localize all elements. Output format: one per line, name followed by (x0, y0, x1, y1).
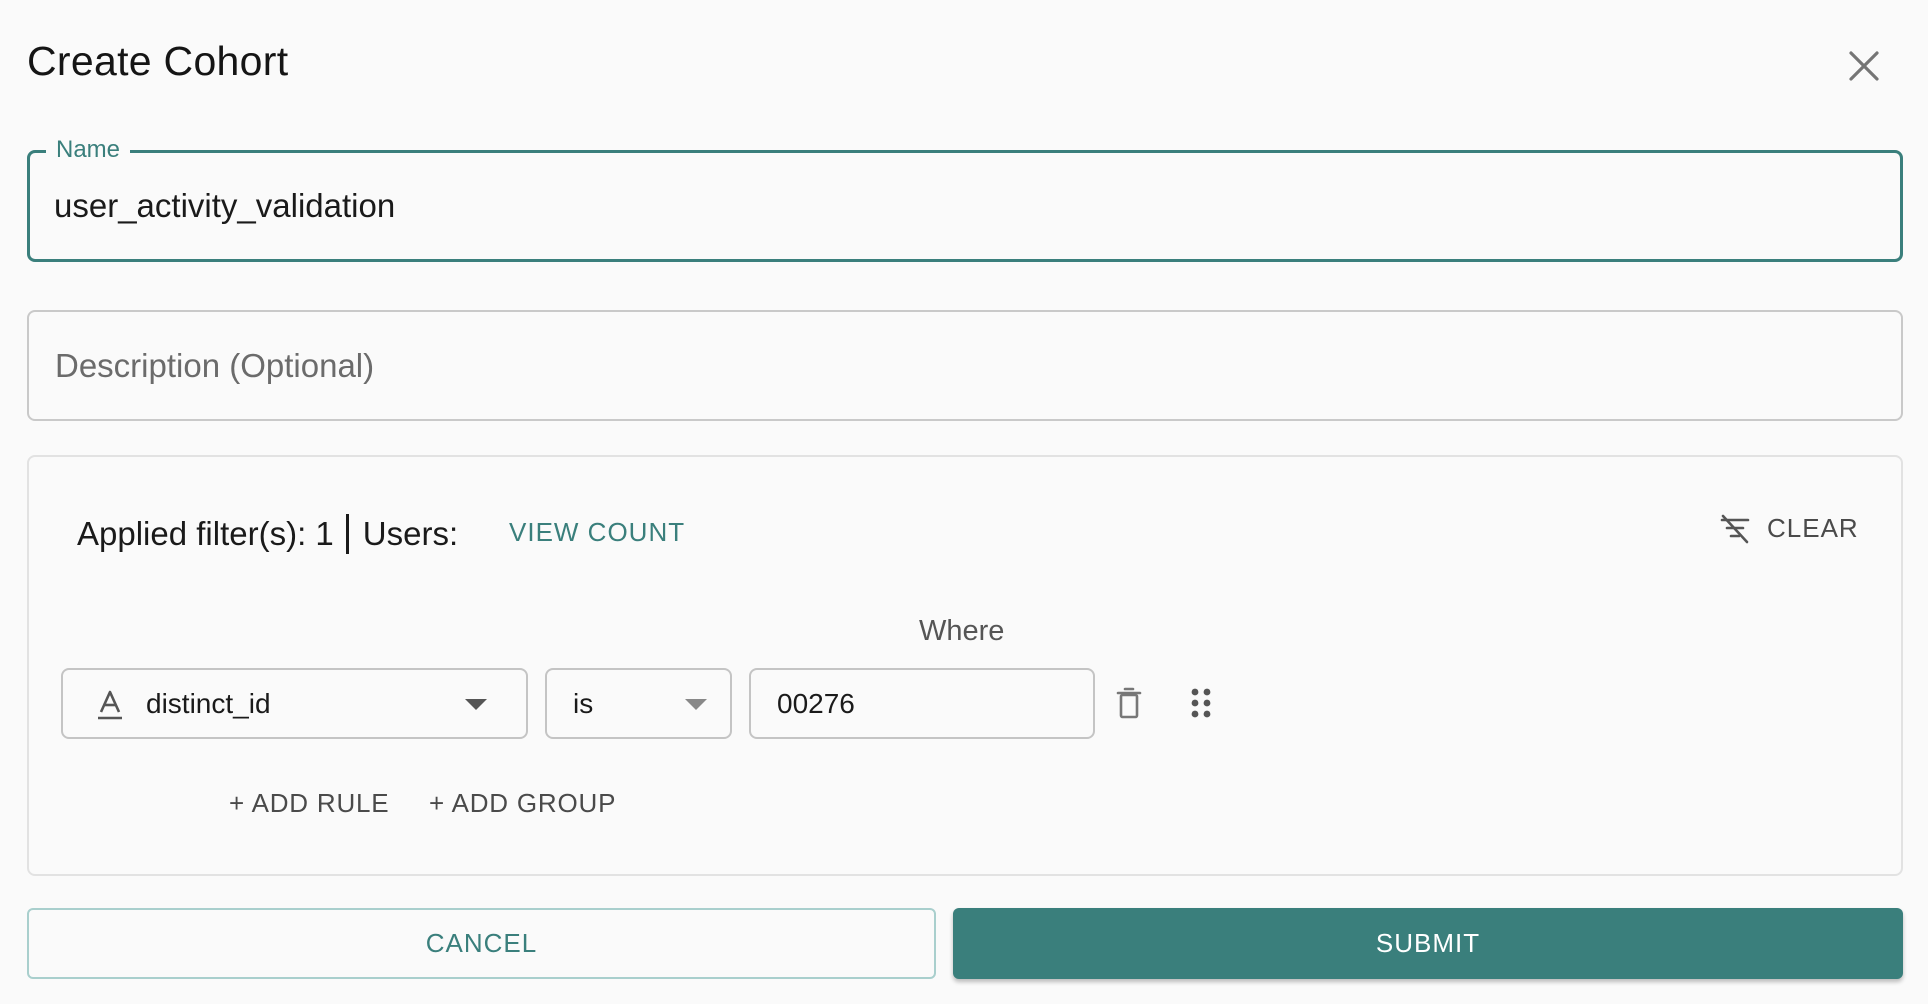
add-rule-button[interactable]: + ADD RULE (229, 788, 389, 819)
name-field[interactable]: Name (27, 135, 1903, 262)
submit-button[interactable]: SUBMIT (953, 908, 1903, 979)
close-icon (1849, 51, 1879, 81)
rule-operator-select[interactable]: is (545, 668, 732, 739)
clear-filters-button[interactable]: CLEAR (1719, 513, 1859, 544)
rule-value-field[interactable] (749, 668, 1095, 739)
rule-field-select[interactable]: distinct_id (61, 668, 528, 739)
delete-rule-button[interactable] (1107, 681, 1151, 725)
close-button[interactable] (1840, 42, 1888, 90)
where-label: Where (919, 615, 1005, 647)
chevron-down-icon (465, 699, 487, 710)
text-type-icon (98, 690, 122, 720)
users-label: Users: (362, 515, 459, 552)
rule-operator-value: is (573, 687, 594, 719)
add-group-button[interactable]: + ADD GROUP (429, 788, 616, 819)
filter-panel: Applied filter(s): 1 Users: VIEW COUNT C… (27, 455, 1903, 876)
create-cohort-dialog: Create Cohort Name Applied filter(s): 1 … (0, 0, 1928, 1004)
trash-icon (1116, 687, 1142, 719)
clear-label: CLEAR (1767, 513, 1859, 543)
chevron-down-icon (685, 699, 707, 710)
description-input[interactable] (55, 312, 1855, 419)
view-count-button[interactable]: VIEW COUNT (509, 517, 685, 548)
applied-filters-summary: Applied filter(s): 1 Users: (77, 514, 458, 554)
applied-filters-label: Applied filter(s): 1 (77, 515, 334, 552)
drag-handle-icon (1191, 688, 1211, 718)
filter-off-icon (1720, 514, 1750, 543)
cancel-button[interactable]: CANCEL (27, 908, 936, 979)
dialog-title: Create Cohort (27, 38, 289, 84)
description-field[interactable] (27, 310, 1903, 421)
name-input[interactable] (54, 153, 1854, 259)
drag-rule-handle[interactable] (1179, 681, 1223, 725)
rule-value-input[interactable] (777, 670, 1077, 737)
summary-divider (345, 514, 349, 554)
rule-field-value: distinct_id (146, 687, 271, 719)
